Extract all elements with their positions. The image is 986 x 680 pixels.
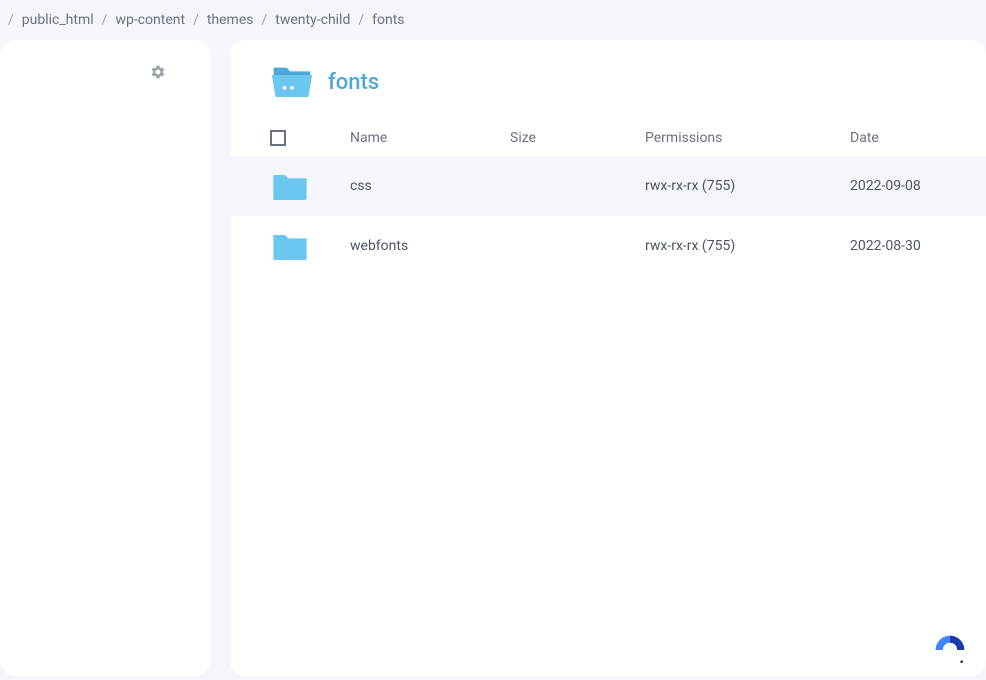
breadcrumb-item[interactable]: fonts [372, 12, 404, 28]
breadcrumb-separator: / [262, 12, 268, 28]
gear-icon[interactable] [150, 64, 166, 80]
breadcrumb-separator: / [358, 12, 364, 28]
breadcrumb-item[interactable]: themes [207, 12, 254, 28]
folder-icon [270, 170, 310, 202]
row-name: webfonts [350, 238, 510, 254]
sidebar [0, 40, 210, 676]
recaptcha-icon[interactable] [932, 632, 968, 668]
breadcrumb-item[interactable]: twenty-child [275, 12, 350, 28]
row-name: css [350, 178, 510, 194]
breadcrumb-separator: / [8, 12, 14, 28]
row-date: 2022-09-08 [850, 178, 946, 194]
table-header: Name Size Permissions Date [230, 120, 986, 156]
column-header-size[interactable]: Size [510, 130, 645, 146]
breadcrumb-separator: / [193, 12, 199, 28]
folder-title: fonts [328, 70, 379, 95]
folder-open-icon[interactable] [270, 64, 314, 100]
breadcrumb: / public_html / wp-content / themes / tw… [0, 0, 986, 40]
column-header-name[interactable]: Name [350, 130, 510, 146]
column-header-date[interactable]: Date [850, 130, 946, 146]
table-row[interactable]: css rwx-rx-rx (755) 2022-09-08 [230, 156, 986, 216]
breadcrumb-item[interactable]: public_html [22, 12, 94, 28]
select-all-checkbox[interactable] [270, 130, 286, 146]
row-permissions: rwx-rx-rx (755) [645, 238, 850, 254]
row-date: 2022-08-30 [850, 238, 946, 254]
folder-header: fonts [230, 64, 986, 120]
breadcrumb-separator: / [102, 12, 108, 28]
breadcrumb-item[interactable]: wp-content [115, 12, 185, 28]
file-browser: fonts Name Size Permissions Date css rwx… [230, 40, 986, 676]
table-row[interactable]: webfonts rwx-rx-rx (755) 2022-08-30 [230, 216, 986, 276]
folder-icon [270, 230, 310, 262]
column-header-permissions[interactable]: Permissions [645, 130, 850, 146]
row-permissions: rwx-rx-rx (755) [645, 178, 850, 194]
